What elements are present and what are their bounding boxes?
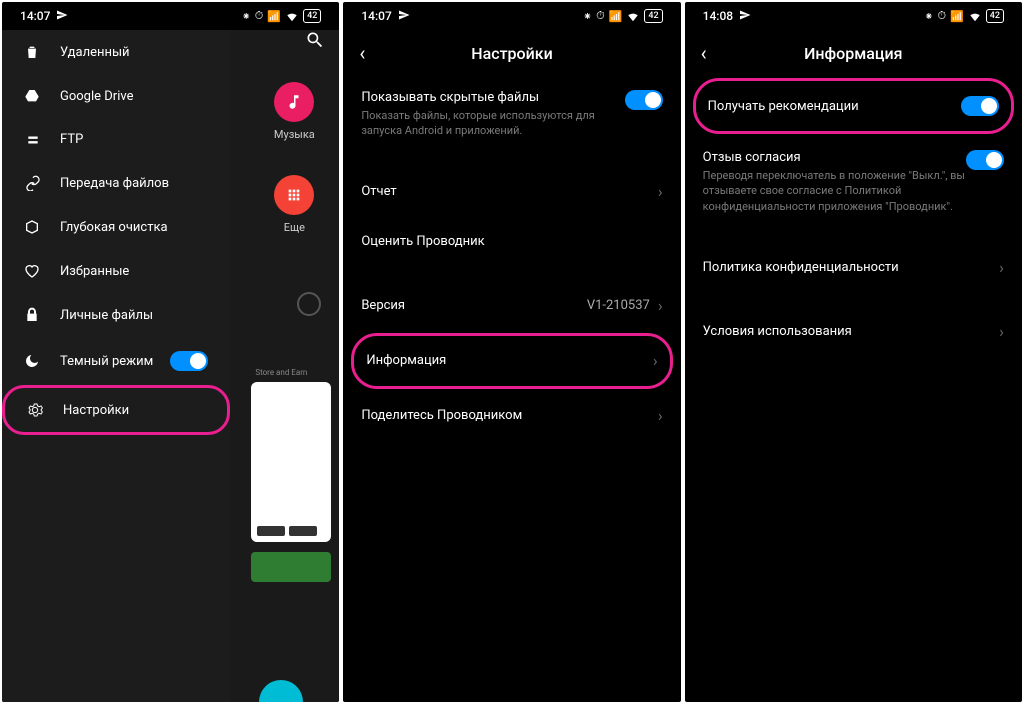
drawer-label: Глубокая очистка — [60, 220, 168, 235]
chevron-right-icon: › — [658, 406, 663, 425]
telegram-icon — [739, 9, 751, 24]
lock-icon — [24, 307, 44, 323]
chevron-right-icon: › — [658, 296, 663, 315]
recommendations-toggle[interactable] — [961, 96, 999, 116]
hidden-files-toggle[interactable] — [625, 90, 663, 110]
battery-indicator: 42 — [303, 9, 321, 23]
telegram-icon — [56, 9, 68, 24]
phone-screen-2: 14:07 ⁕⏱📶 42 ‹ Настройки Показывать скры… — [343, 2, 680, 702]
gdrive-icon — [24, 88, 44, 104]
page-title: Настройки — [383, 44, 640, 63]
category-music[interactable]: Музыка — [249, 82, 339, 141]
chevron-right-icon: › — [653, 351, 658, 370]
heart-icon — [24, 263, 44, 279]
drawer-item-cleanup[interactable]: Глубокая очистка — [2, 205, 230, 249]
chevron-right-icon: › — [999, 258, 1004, 277]
telegram-icon — [398, 9, 410, 24]
highlight-recommendations: Получать рекомендации — [693, 78, 1014, 134]
status-bar: 14:07 ⁕⏱📶 42 — [343, 2, 680, 30]
drawer-label: Передача файлов — [60, 176, 169, 191]
page-title: Информация — [725, 44, 982, 63]
drawer-item-favorites[interactable]: Избранные — [2, 249, 230, 293]
store-badges — [257, 526, 317, 536]
information-list: Получать рекомендации Отзыв согласия Пер… — [685, 78, 1022, 356]
alarm-icon: ⏱ — [255, 9, 264, 23]
status-icons-right: ⁕⏱📶 42 — [924, 9, 1004, 23]
darkmode-toggle[interactable] — [170, 351, 208, 371]
status-time: 14:07 — [361, 9, 391, 23]
page-header: ‹ Настройки — [343, 30, 680, 76]
category-more[interactable]: Еще — [249, 175, 339, 234]
box-icon — [24, 219, 44, 235]
signal-icon: 📶 — [267, 10, 281, 23]
navigation-drawer: Удаленный Google Drive FTP Передача файл… — [2, 30, 230, 702]
ftp-icon — [24, 133, 44, 147]
drawer-item-ftp[interactable]: FTP — [2, 118, 230, 161]
link-icon — [24, 175, 44, 191]
promo-action-button[interactable] — [251, 552, 331, 582]
phone-screen-1: 14:07 ⁕ ⏱ 📶 42 Музыка — [2, 2, 339, 702]
home-categories: Музыка Еще — [249, 82, 339, 268]
settings-list: Показывать скрытые файлы Показать файлы,… — [343, 76, 680, 441]
drawer-label: Темный режим — [60, 354, 153, 369]
status-time: 14:08 — [703, 9, 733, 23]
setting-hidden-files[interactable]: Показывать скрытые файлы Показать файлы,… — [343, 76, 680, 153]
promo-card[interactable]: Store and Earn — [251, 382, 331, 542]
phone-screen-3: 14:08 ⁕⏱📶 42 ‹ Информация Получать реком… — [685, 2, 1022, 702]
setting-rate[interactable]: Оценить Проводник — [343, 217, 680, 267]
drawer-label: FTP — [60, 132, 83, 147]
status-icons-right: ⁕ ⏱ 📶 42 — [242, 9, 322, 23]
status-bar: 14:08 ⁕⏱📶 42 — [685, 2, 1022, 30]
highlight-info: Информация › — [351, 333, 672, 389]
status-icons-right: ⁕⏱📶 42 — [583, 9, 663, 23]
wifi-icon — [285, 9, 299, 23]
status-bar: 14:07 ⁕ ⏱ 📶 42 — [2, 2, 339, 30]
drawer-label: Настройки — [63, 403, 129, 418]
setting-terms[interactable]: Условия использования › — [685, 306, 1022, 356]
setting-consent[interactable]: Отзыв согласия Переводя переключатель в … — [685, 136, 1022, 228]
consent-toggle[interactable] — [966, 150, 1004, 170]
chevron-right-icon: › — [658, 182, 663, 201]
moon-icon — [24, 353, 44, 369]
drawer-item-settings[interactable]: Настройки — [2, 385, 230, 435]
setting-information[interactable]: Информация › — [354, 336, 669, 386]
setting-report[interactable]: Отчет › — [343, 167, 680, 217]
music-icon — [274, 82, 314, 122]
back-button[interactable]: ‹ — [701, 41, 725, 65]
setting-version[interactable]: Версия V1-210537 › — [343, 281, 680, 331]
grid-icon — [274, 175, 314, 215]
setting-privacy[interactable]: Политика конфиденциальности › — [685, 242, 1022, 292]
trash-icon — [24, 44, 44, 60]
gear-icon — [27, 402, 47, 418]
battery-indicator: 42 — [986, 9, 1004, 23]
setting-recommendations[interactable]: Получать рекомендации — [696, 81, 1011, 131]
setting-share[interactable]: Поделитесь Проводником › — [343, 391, 680, 441]
drawer-label: Google Drive — [60, 89, 133, 104]
version-value: V1-210537 — [587, 298, 650, 313]
drawer-item-gdrive[interactable]: Google Drive — [2, 74, 230, 118]
status-time: 14:07 — [20, 9, 50, 23]
back-button[interactable]: ‹ — [359, 41, 383, 65]
drawer-item-private[interactable]: Личные файлы — [2, 293, 230, 337]
battery-indicator: 42 — [644, 9, 662, 23]
drawer-item-darkmode[interactable]: Темный режим — [2, 337, 230, 385]
chevron-right-icon: › — [999, 322, 1004, 341]
drawer-item-deleted[interactable]: Удаленный — [2, 30, 230, 74]
drawer-label: Удаленный — [60, 45, 130, 60]
drawer-label: Личные файлы — [60, 308, 153, 323]
drawer-label: Избранные — [60, 264, 129, 279]
search-icon[interactable] — [305, 30, 325, 55]
bluetooth-icon: ⁕ — [242, 10, 251, 23]
page-header: ‹ Информация — [685, 30, 1022, 76]
drawer-item-transfer[interactable]: Передача файлов — [2, 161, 230, 205]
